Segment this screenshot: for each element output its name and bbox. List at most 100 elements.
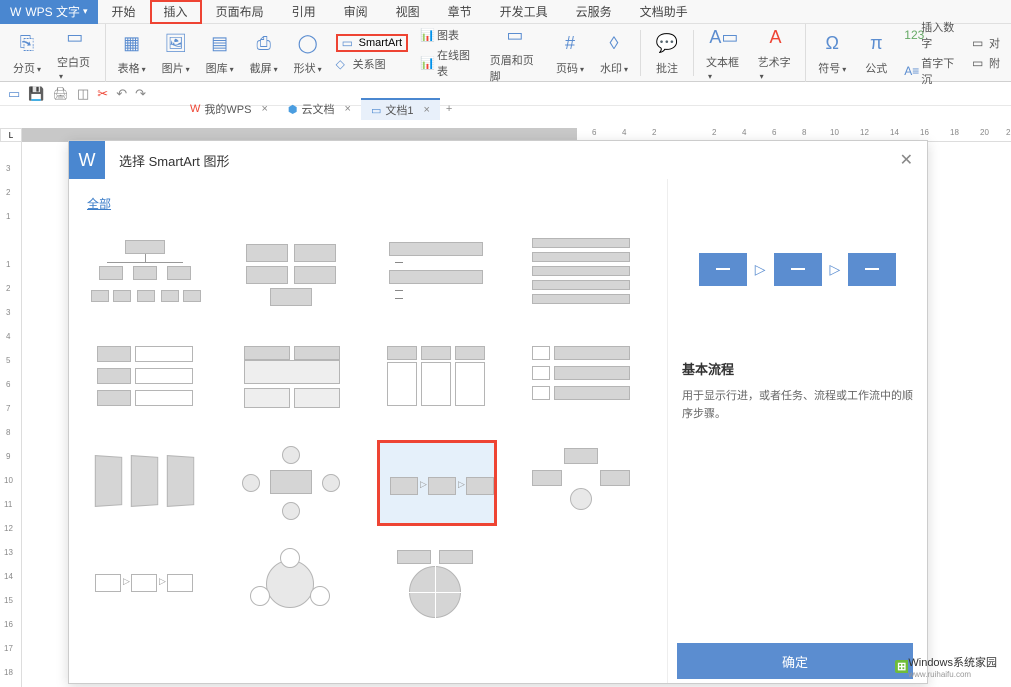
menu-reference[interactable]: 引用 — [278, 0, 330, 24]
app-name: WPS 文字 — [25, 3, 80, 20]
smartart-thumb[interactable] — [232, 440, 352, 526]
new-icon[interactable]: ▭ — [8, 86, 20, 102]
add-tab-button[interactable]: + — [440, 103, 458, 115]
wps-logo-icon: W — [10, 5, 21, 19]
smartart-thumb[interactable] — [522, 232, 642, 318]
ruler-vertical[interactable]: 3 2 1 1 2 3 4 5 6 7 8 9 10 11 12 13 14 1… — [0, 142, 22, 687]
document-tabs: W 我的WPS × ⬢ 云文档 × ▭ 文档1 × + — [180, 98, 458, 120]
menu-pagelayout[interactable]: 页面布局 — [202, 0, 278, 24]
ribbon-shapes[interactable]: ◯ 形状▾ — [286, 30, 330, 76]
menu-cloud[interactable]: 云服务 — [562, 0, 626, 24]
preview-step — [848, 253, 896, 286]
close-icon[interactable]: × — [345, 103, 351, 115]
menu-devtools[interactable]: 开发工具 — [486, 0, 562, 24]
menu-view[interactable]: 视图 — [382, 0, 434, 24]
ribbon-watermark[interactable]: ◊ 水印▾ — [592, 30, 641, 76]
smartart-thumb[interactable]: ▷ ▷ — [87, 544, 207, 630]
smartart-thumb[interactable] — [377, 544, 497, 630]
arrow-icon: ▷ — [755, 261, 766, 278]
ribbon-gallery[interactable]: ▤ 图库▾ — [198, 30, 242, 76]
dialog-title: 选择 SmartArt 图形 — [119, 151, 230, 170]
pagenumber-icon: # — [556, 30, 584, 58]
table-icon: ▦ — [118, 30, 146, 58]
smartart-thumb[interactable] — [87, 440, 207, 526]
dropcap-button[interactable]: A≡ 首字下沉 — [904, 55, 960, 87]
menu-dochelper[interactable]: 文档助手 — [626, 0, 702, 24]
ribbon-blankpage[interactable]: ▭ 空白页▾ — [49, 24, 106, 82]
ribbon-screenshot[interactable]: ⎙ 截屏▾ — [242, 30, 286, 76]
menubar: W WPS 文字 ▾ 开始 插入 页面布局 引用 审阅 视图 章节 开发工具 云… — [0, 0, 1011, 24]
watermark: ⊞ Windows系统家园 www.ruihaifu.com — [895, 654, 997, 679]
smartart-thumb[interactable] — [87, 336, 207, 422]
dropdown-icon: ▾ — [142, 65, 146, 74]
cut-icon[interactable]: ✂ — [97, 86, 108, 102]
undo-icon[interactable]: ↶ — [116, 86, 127, 102]
close-icon[interactable]: × — [261, 103, 267, 115]
menu-chapter[interactable]: 章节 — [434, 0, 486, 24]
menu-insert[interactable]: 插入 — [150, 0, 202, 24]
tab-clouddoc[interactable]: ⬢ 云文档 × — [278, 98, 361, 120]
ribbon-pagebreak[interactable]: ⎘ 分页▾ — [5, 30, 49, 76]
smartart-thumb[interactable] — [522, 336, 642, 422]
app-dropdown-icon[interactable]: ▾ — [83, 6, 88, 17]
smartart-thumb[interactable] — [87, 232, 207, 318]
wps-dialog-logo-icon: W — [69, 141, 105, 179]
dialog-right-panel: ▷ ▷ 基本流程 用于显示行进，或者任务、流程或工作流中的顺序步骤。 确定 — [667, 179, 927, 683]
chart-button[interactable]: 📊 图表 — [420, 27, 476, 43]
smartart-thumb[interactable] — [377, 336, 497, 422]
menu-review[interactable]: 审阅 — [330, 0, 382, 24]
watermark-icon: ◊ — [600, 30, 628, 58]
ribbon-formula[interactable]: π 公式 — [854, 30, 898, 76]
object-icon: ▭ — [972, 36, 986, 50]
ribbon-wordart[interactable]: A 艺术字▾ — [750, 24, 807, 82]
save-icon[interactable]: 💾 — [28, 86, 44, 102]
doc-icon: ▭ — [371, 104, 381, 117]
smartart-button[interactable]: ▭ SmartArt — [336, 34, 408, 52]
watermark-logo-icon: ⊞ — [895, 660, 908, 673]
close-icon[interactable]: × — [423, 104, 429, 116]
onlinechart-button[interactable]: 📊 在线图表 — [420, 47, 476, 79]
smartart-thumb[interactable] — [232, 232, 352, 318]
smartart-thumb-basic-process[interactable]: ▷ ▷ — [377, 440, 497, 526]
gallery-icon: ▤ — [206, 30, 234, 58]
redo-icon[interactable]: ↷ — [135, 86, 146, 102]
picture-icon: 🖼 — [162, 30, 190, 58]
ribbon-headerfooter[interactable]: ▭ 页眉和页脚 — [482, 22, 548, 84]
symbol-icon: Ω — [818, 30, 846, 58]
app-logo[interactable]: W WPS 文字 ▾ — [0, 0, 98, 24]
preview-icon[interactable]: ◫ — [77, 86, 89, 102]
object-button[interactable]: ▭ 对 — [972, 35, 1000, 51]
ribbon-comment[interactable]: 💬 批注 — [645, 30, 694, 76]
preview-step — [774, 253, 822, 286]
print-icon[interactable]: 🖨 — [52, 86, 69, 102]
number-icon: 123 — [904, 28, 918, 42]
smartart-thumb[interactable] — [377, 232, 497, 318]
filter-all-link[interactable]: 全部 — [87, 195, 111, 212]
wps-icon: W — [190, 103, 200, 115]
ribbon-symbol[interactable]: Ω 符号▾ — [810, 30, 854, 76]
smartart-preview: ▷ ▷ — [682, 209, 913, 329]
dialog-body: 全部 — [69, 179, 927, 683]
watermark-url: www.ruihaifu.com — [908, 670, 997, 679]
tab-doc1[interactable]: ▭ 文档1 × — [361, 98, 440, 120]
comment-icon: 💬 — [653, 30, 681, 58]
ribbon-textbox[interactable]: A▭ 文本框▾ — [698, 24, 750, 82]
relation-button[interactable]: ◇ 关系图 — [336, 56, 408, 72]
smartart-thumb[interactable] — [522, 440, 642, 526]
ribbon-picture[interactable]: 🖼 图片▾ — [154, 30, 198, 76]
menu-start[interactable]: 开始 — [98, 0, 150, 24]
cloud-icon: ⬢ — [288, 103, 298, 116]
ribbon-pagenumber[interactable]: # 页码▾ — [548, 30, 592, 76]
dialog-close-button[interactable]: ✕ — [900, 150, 913, 170]
attach-button[interactable]: ▭ 附 — [972, 55, 1000, 71]
preview-step — [699, 253, 747, 286]
menu-items: 开始 插入 页面布局 引用 审阅 视图 章节 开发工具 云服务 文档助手 — [98, 0, 1011, 24]
ok-button[interactable]: 确定 — [677, 643, 913, 679]
dropcap-icon: A≡ — [904, 64, 918, 78]
insertnumber-button[interactable]: 123 插入数字 — [904, 19, 960, 51]
smartart-thumb[interactable] — [232, 544, 352, 630]
tab-mywps[interactable]: W 我的WPS × — [180, 98, 278, 120]
ribbon-table[interactable]: ▦ 表格▾ — [110, 30, 154, 76]
dropdown-icon: ▾ — [59, 72, 63, 81]
smartart-thumb[interactable] — [232, 336, 352, 422]
